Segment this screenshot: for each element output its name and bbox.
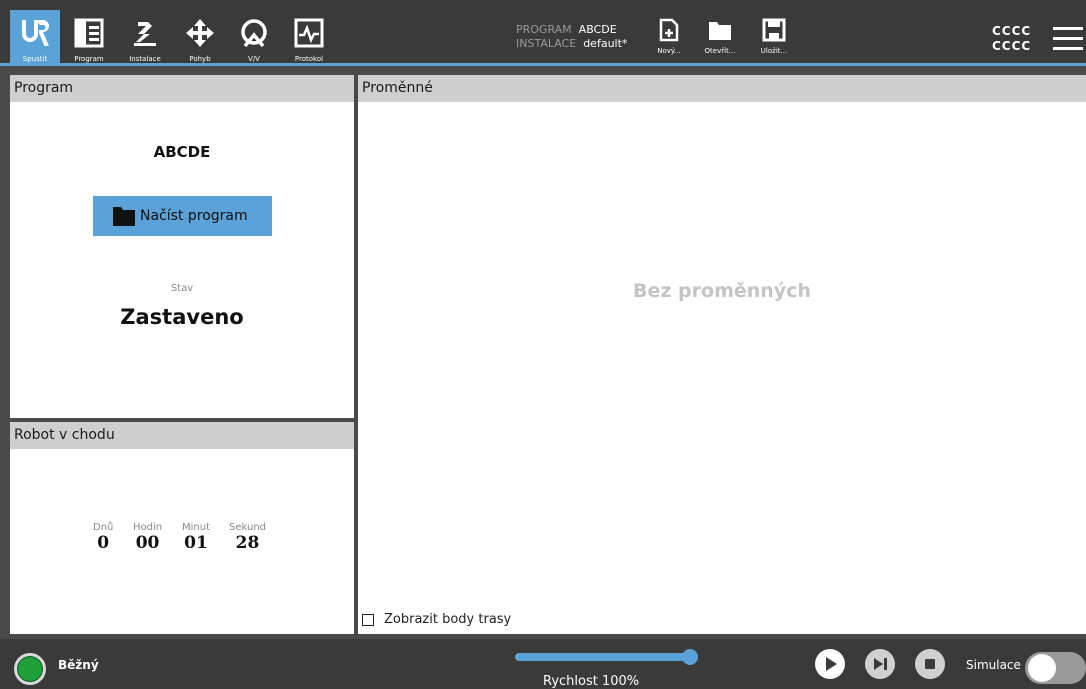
program-value: ABCDE bbox=[578, 23, 617, 36]
top-bar: Spustit Program Instalace Pohyb V/V Prot… bbox=[0, 0, 1086, 66]
days-column: Dnů 0 bbox=[93, 522, 113, 553]
stop-icon[interactable] bbox=[915, 649, 945, 679]
save-icon bbox=[762, 18, 786, 42]
variables-header: Proměnné bbox=[358, 75, 1086, 102]
tab-label: Program bbox=[74, 55, 104, 63]
status-indicator-icon[interactable] bbox=[14, 653, 46, 685]
hours-label: Hodin bbox=[133, 522, 163, 533]
program-key: PROGRAM bbox=[516, 23, 572, 36]
save-label: Uložit... bbox=[760, 47, 788, 55]
tab-io[interactable]: V/V bbox=[229, 10, 279, 66]
play-icon[interactable] bbox=[815, 649, 845, 679]
user-info[interactable]: CCCC CCCC bbox=[992, 24, 1031, 54]
tab-label: V/V bbox=[248, 55, 260, 63]
tab-label: Pohyb bbox=[189, 55, 211, 63]
tab-installation[interactable]: Instalace bbox=[120, 10, 170, 66]
robot-arm-icon bbox=[134, 22, 156, 46]
open-button[interactable]: Otevřít... bbox=[697, 16, 743, 64]
robot-running-header: Robot v chodu bbox=[10, 422, 354, 449]
load-program-label: Načíst program bbox=[140, 208, 248, 224]
new-label: Nový... bbox=[657, 47, 681, 55]
installation-key: INSTALACE bbox=[516, 37, 577, 50]
log-icon bbox=[294, 18, 324, 48]
tab-log[interactable]: Protokol bbox=[284, 10, 334, 66]
save-button[interactable]: Uložit... bbox=[751, 16, 797, 64]
user-line-2: CCCC bbox=[992, 39, 1032, 53]
tab-label: Spustit bbox=[22, 55, 48, 63]
open-label: Otevřít... bbox=[704, 47, 736, 55]
variables-panel: Proměnné Bez proměnných Zobrazit body tr… bbox=[358, 75, 1086, 634]
tab-label: Protokol bbox=[294, 55, 324, 63]
tab-run[interactable]: Spustit bbox=[10, 10, 60, 66]
state-value: Zastaveno bbox=[120, 305, 244, 329]
program-info: PROGRAM ABCDE INSTALACE default* bbox=[516, 23, 627, 51]
step-icon[interactable] bbox=[865, 649, 895, 679]
days-label: Dnů bbox=[93, 522, 114, 533]
program-panel: Program ABCDE Načíst program Stav Zastav… bbox=[10, 75, 354, 418]
speed-slider-fill bbox=[516, 654, 691, 660]
simulation-toggle-knob bbox=[1028, 654, 1056, 682]
seconds-value: 28 bbox=[235, 533, 260, 553]
minutes-value: 01 bbox=[184, 533, 208, 553]
speed-slider[interactable] bbox=[515, 653, 692, 661]
speed-slider-handle[interactable] bbox=[682, 649, 698, 665]
show-waypoints-label: Zobrazit body trasy bbox=[384, 612, 512, 627]
load-program-button[interactable]: Načíst program bbox=[93, 196, 272, 236]
folder-icon bbox=[113, 207, 135, 226]
tab-program[interactable]: Program bbox=[64, 10, 114, 66]
minutes-label: Minut bbox=[182, 522, 211, 533]
tab-move[interactable]: Pohyb bbox=[175, 10, 225, 66]
ur-logo-icon bbox=[22, 20, 49, 46]
tab-label: Instalace bbox=[129, 55, 161, 63]
bottom-bar: Běžný Rychlost 100% Simulace bbox=[0, 639, 1086, 689]
show-waypoints-checkbox[interactable]: Zobrazit body trasy bbox=[362, 612, 511, 627]
hours-column: Hodin 00 bbox=[133, 522, 162, 553]
robot-running-panel: Robot v chodu Dnů 0 Hodin 00 Minut 01 Se… bbox=[10, 422, 354, 634]
speed-label: Rychlost 100% bbox=[543, 674, 640, 689]
new-button[interactable]: Nový... bbox=[646, 16, 692, 64]
simulation-label: Simulace bbox=[966, 658, 1021, 672]
user-line-1: CCCC bbox=[992, 24, 1032, 38]
installation-value: default* bbox=[583, 37, 628, 50]
state-label: Stav bbox=[170, 283, 194, 294]
folder-icon bbox=[709, 22, 731, 40]
seconds-label: Sekund bbox=[229, 522, 267, 533]
new-file-icon bbox=[659, 18, 679, 42]
days-value: 0 bbox=[97, 533, 110, 553]
hours-value: 00 bbox=[135, 533, 160, 553]
move-arrows-icon bbox=[186, 19, 214, 47]
io-icon bbox=[241, 19, 267, 48]
program-panel-header: Program bbox=[10, 75, 354, 102]
no-variables-text: Bez proměnných bbox=[633, 280, 811, 302]
program-icon bbox=[74, 18, 104, 48]
simulation-toggle[interactable] bbox=[1025, 652, 1086, 684]
checkbox-box[interactable] bbox=[362, 613, 374, 626]
hamburger-menu-icon[interactable] bbox=[1053, 27, 1083, 53]
minutes-column: Minut 01 bbox=[182, 522, 210, 553]
program-name: ABCDE bbox=[153, 143, 211, 161]
seconds-column: Sekund 28 bbox=[229, 522, 266, 553]
status-text: Běžný bbox=[58, 658, 99, 672]
